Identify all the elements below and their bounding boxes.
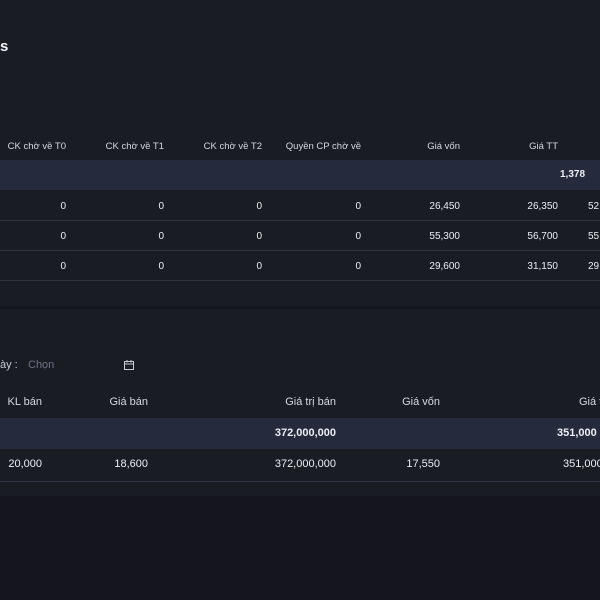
cell-gia-ban: 18,600 [114, 458, 148, 470]
cell-ck-t1: 0 [158, 261, 164, 272]
col-header-gia-ban: Giá bán [109, 396, 148, 408]
cell-kl-ban: 20,000 [8, 458, 42, 470]
cell-ck-t0: 0 [60, 201, 66, 212]
total-value: 1,378 [560, 169, 586, 180]
total-gia-tri-ban: 372,000,000 [274, 427, 336, 439]
total-row: 1,378 [0, 160, 600, 190]
row-divider [0, 481, 600, 482]
cell-ck-t1: 0 [158, 201, 164, 212]
cell-last: 351,000 [563, 458, 600, 470]
cell-ck-t2: 0 [256, 231, 262, 242]
cell-extra: 55 [588, 231, 600, 242]
cell-gia-tri-ban: 372,000,000 [274, 458, 336, 470]
cell-ck-t2: 0 [256, 261, 262, 272]
cell-ck-t2: 0 [256, 201, 262, 212]
holdings-panel: s CK chờ về T0 CK chờ về T1 CK chờ về T2… [0, 0, 600, 306]
total-last: 351,000 [557, 427, 597, 439]
cell-gia-von: 17,550 [406, 458, 440, 470]
col-header-ck-t0: CK chờ về T0 [7, 141, 66, 152]
col-header-gia-tt: Giá t [579, 396, 600, 408]
col-header-quyen-cp: Quyền CP chờ về [285, 141, 361, 152]
cell-quyen-cp: 0 [355, 261, 361, 272]
col-header-ck-t2: CK chờ về T2 [203, 141, 262, 152]
cell-gia-tt: 26,350 [527, 201, 558, 212]
panel-title: s [0, 38, 9, 55]
date-filter-input[interactable]: Chọn [28, 359, 54, 371]
row-divider [0, 280, 600, 281]
cell-extra: 52 [588, 201, 600, 212]
cell-gia-von: 26,450 [429, 201, 460, 212]
cell-ck-t0: 0 [60, 261, 66, 272]
cell-gia-tt: 31,150 [527, 261, 558, 272]
col-header-gia-von: Giá vốn [402, 396, 440, 408]
date-filter-label: ày : [0, 359, 18, 371]
cell-ck-t0: 0 [60, 231, 66, 242]
cell-gia-von: 29,600 [429, 261, 460, 272]
col-header-ck-t1: CK chờ về T1 [105, 141, 164, 152]
cell-quyen-cp: 0 [355, 201, 361, 212]
cell-quyen-cp: 0 [355, 231, 361, 242]
row-divider [0, 220, 600, 221]
col-header-kl-ban: KL bán [7, 396, 42, 408]
col-header-gia-tt: Giá TT [529, 141, 558, 152]
col-header-gia-tri-ban: Giá trị bán [285, 396, 336, 408]
cell-ck-t1: 0 [158, 231, 164, 242]
calendar-icon[interactable] [124, 360, 134, 370]
row-divider [0, 250, 600, 251]
cell-extra: 29 [588, 261, 600, 272]
cell-gia-von: 55,300 [429, 231, 460, 242]
col-header-gia-von: Giá vốn [427, 141, 460, 152]
cell-gia-tt: 56,700 [527, 231, 558, 242]
